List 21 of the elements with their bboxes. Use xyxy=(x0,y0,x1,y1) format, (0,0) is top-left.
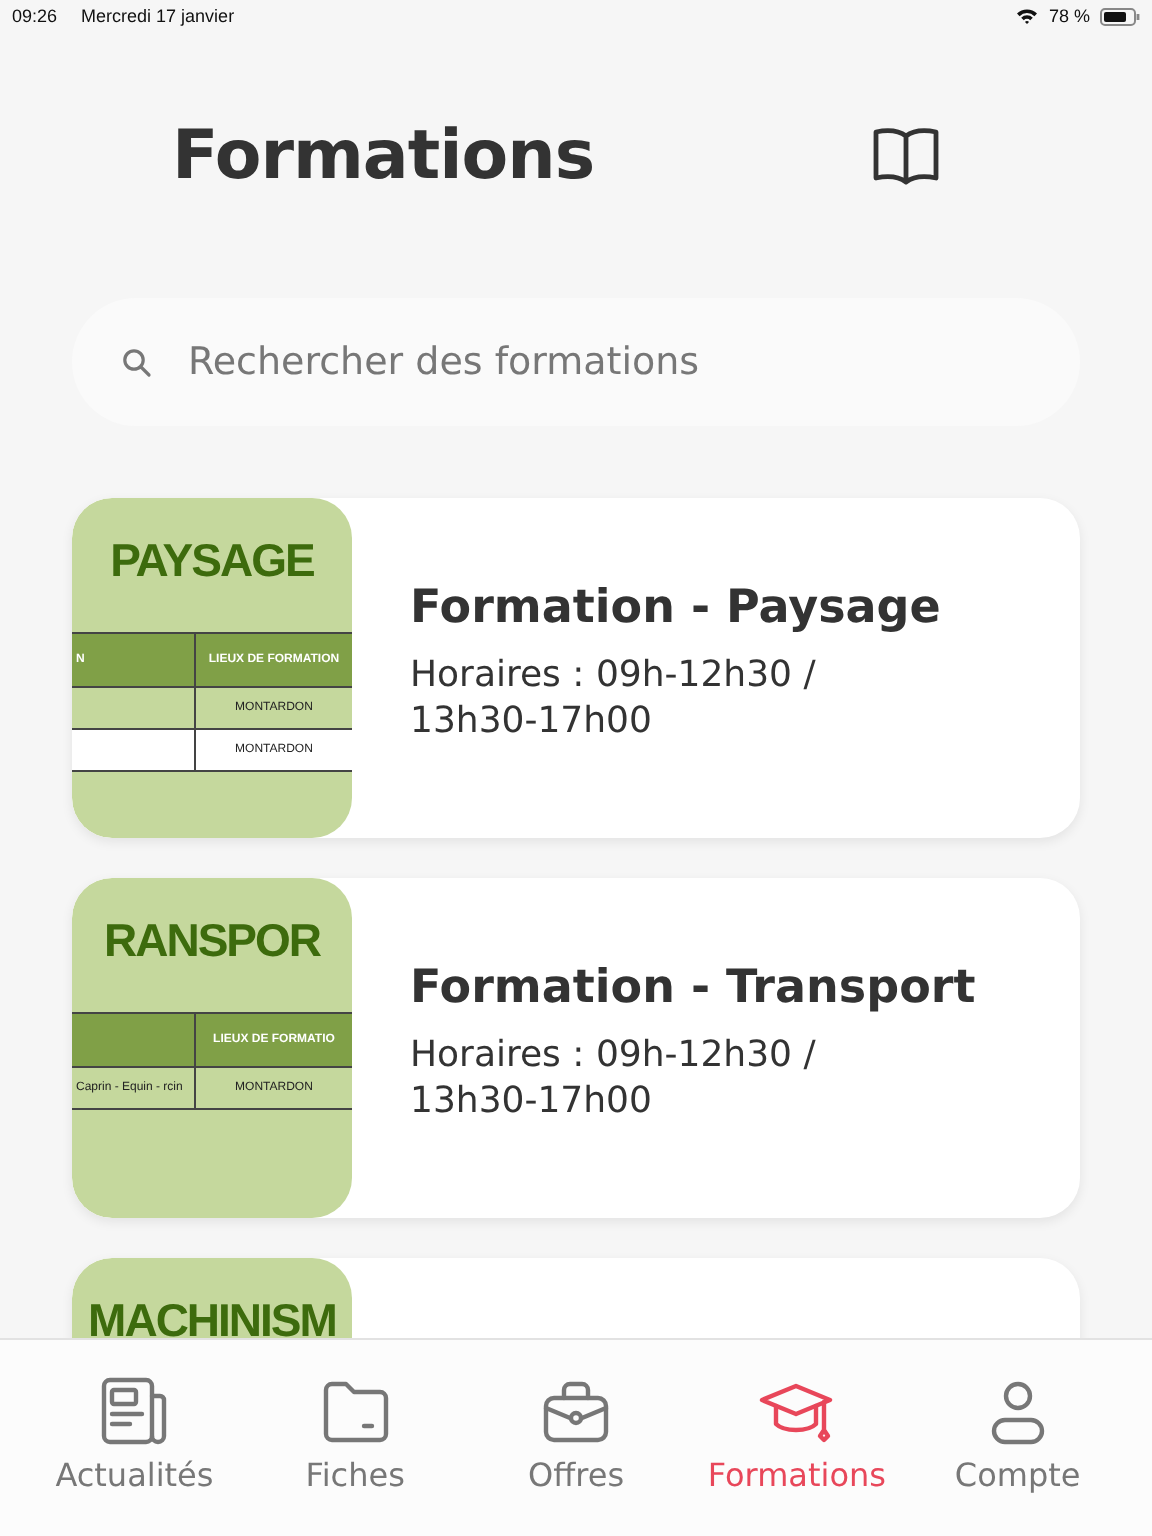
formation-title: Formation - Paysage xyxy=(410,582,941,634)
battery-percent: 78 % xyxy=(1048,6,1090,26)
formation-schedule: Horaires : 09h-12h30 / 13h30-17h00 xyxy=(410,652,818,744)
formation-title: Formation - Transport xyxy=(410,962,976,1014)
tab-item[interactable]: Formations xyxy=(686,1372,908,1536)
search-field[interactable]: Rechercher des formations xyxy=(72,298,1080,426)
tab-item[interactable]: Actualités xyxy=(24,1372,245,1536)
wifi-icon xyxy=(1016,8,1039,24)
status-time: 09:26 xyxy=(12,6,58,26)
document-heading: PAYSAGE xyxy=(108,532,316,590)
tab-item[interactable]: Offres xyxy=(465,1372,687,1536)
book-icon[interactable] xyxy=(872,126,940,186)
tab-item[interactable]: Compte xyxy=(907,1372,1129,1536)
battery-icon xyxy=(1100,7,1140,25)
formation-card[interactable]: MACHINISM xyxy=(72,1258,1080,1338)
tab-item[interactable]: Fiches xyxy=(244,1372,466,1536)
formation-schedule: Horaires : 09h-12h30 / 13h30-17h00 xyxy=(410,1032,818,1124)
page-title: Formations xyxy=(172,116,595,196)
document-heading: RANSPOR xyxy=(101,912,323,970)
status-date: Mercredi 17 janvier xyxy=(81,6,235,26)
document-heading: MACHINISM xyxy=(86,1292,338,1338)
